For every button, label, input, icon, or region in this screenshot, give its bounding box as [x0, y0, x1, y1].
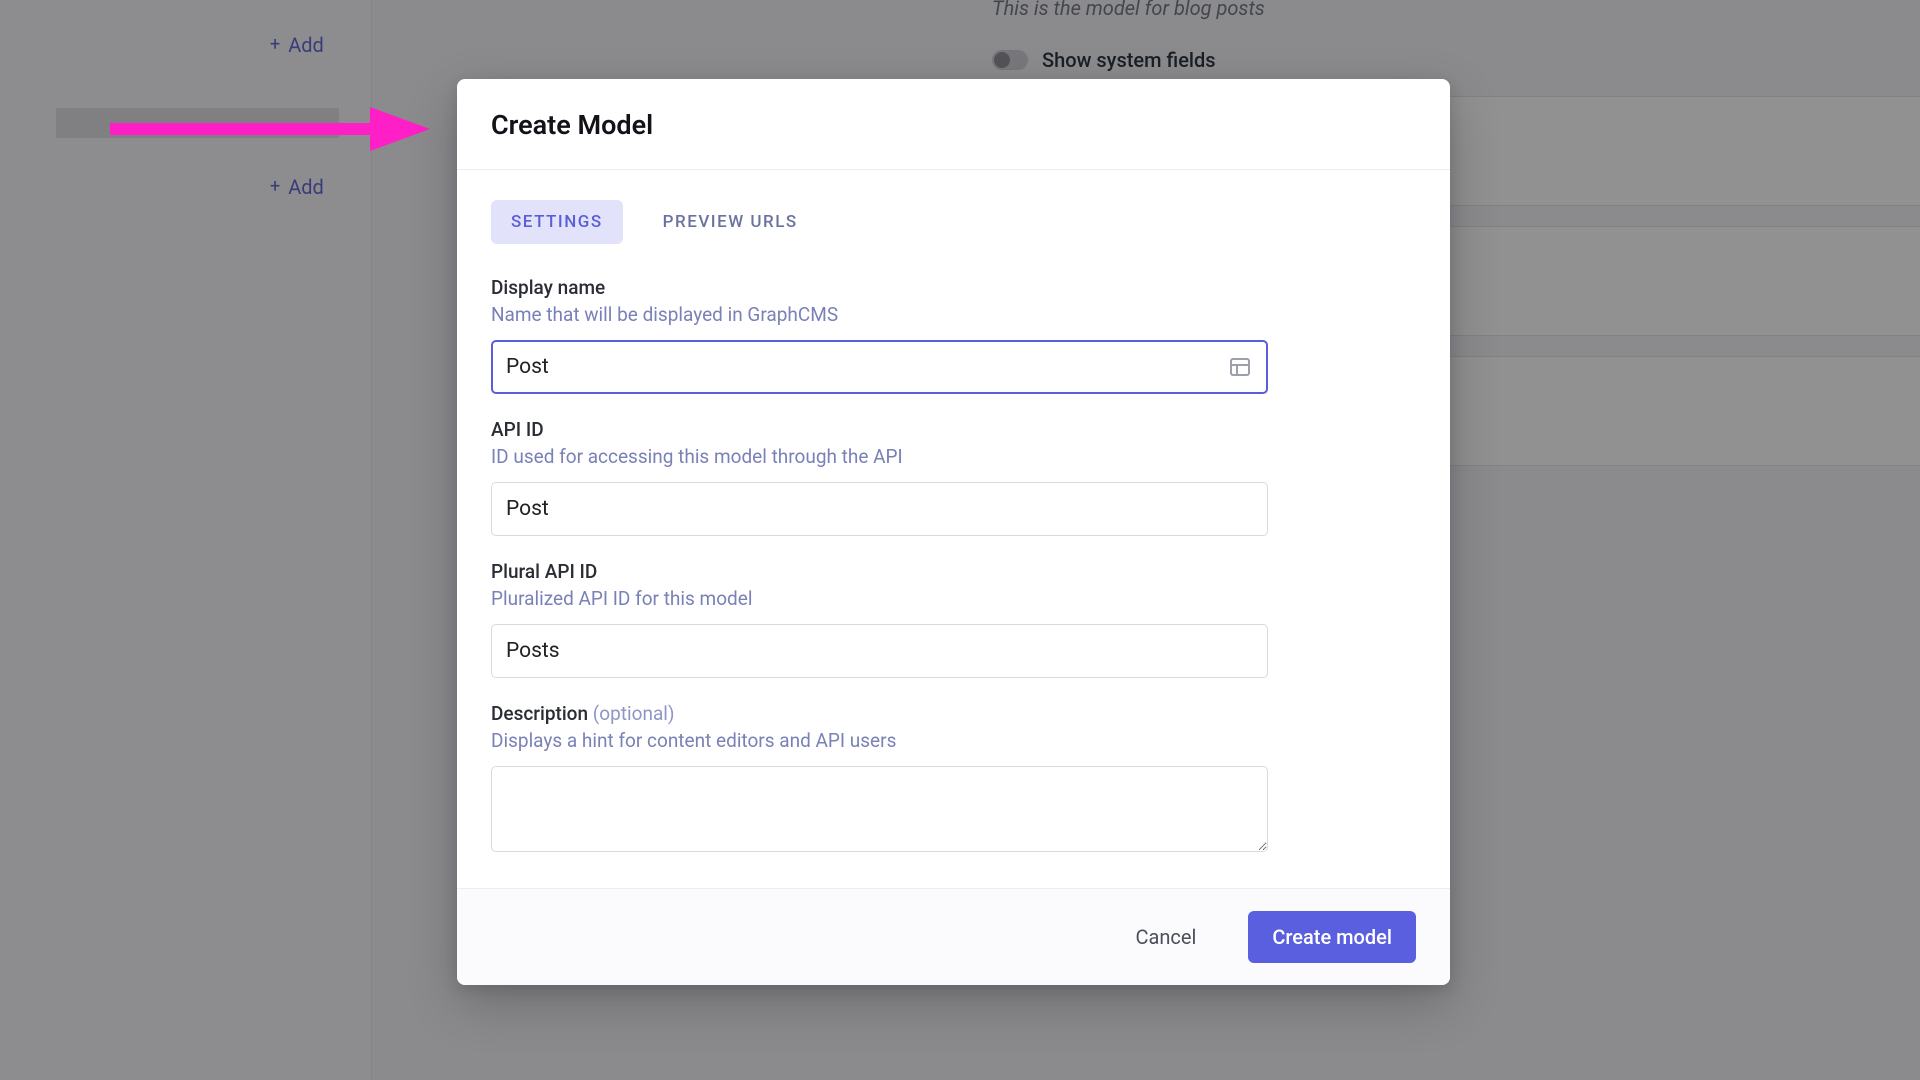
description-label-text: Description	[491, 702, 588, 725]
description-label: Description (optional)	[491, 702, 1416, 725]
modal-body: SETTINGS PREVIEW URLS Display name Name …	[457, 170, 1450, 888]
form-icon	[1228, 355, 1252, 379]
create-model-button[interactable]: Create model	[1248, 911, 1416, 963]
description-optional: (optional)	[593, 702, 675, 725]
api-id-input[interactable]	[491, 482, 1268, 536]
field-display-name: Display name Name that will be displayed…	[491, 276, 1416, 394]
field-api-id: API ID ID used for accessing this model …	[491, 418, 1416, 536]
field-plural-api-id: Plural API ID Pluralized API ID for this…	[491, 560, 1416, 678]
display-name-input[interactable]	[491, 340, 1268, 394]
api-id-label: API ID	[491, 418, 1416, 441]
callout-arrow-icon	[110, 105, 430, 153]
display-name-input-wrap	[491, 340, 1268, 394]
tab-preview-urls[interactable]: PREVIEW URLS	[643, 200, 818, 244]
modal-title: Create Model	[491, 109, 1416, 141]
modal-tabs: SETTINGS PREVIEW URLS	[491, 200, 1416, 244]
field-description: Description (optional) Displays a hint f…	[491, 702, 1416, 856]
modal-footer: Cancel Create model	[457, 888, 1450, 985]
display-name-label: Display name	[491, 276, 1416, 299]
description-hint: Displays a hint for content editors and …	[491, 729, 1416, 752]
plural-api-id-label: Plural API ID	[491, 560, 1416, 583]
plural-api-id-hint: Pluralized API ID for this model	[491, 587, 1416, 610]
tab-settings[interactable]: SETTINGS	[491, 200, 623, 244]
plural-api-id-input[interactable]	[491, 624, 1268, 678]
create-model-modal: Create Model SETTINGS PREVIEW URLS Displ…	[457, 79, 1450, 985]
description-input[interactable]	[491, 766, 1268, 852]
cancel-button[interactable]: Cancel	[1111, 911, 1220, 963]
api-id-hint: ID used for accessing this model through…	[491, 445, 1416, 468]
modal-header: Create Model	[457, 79, 1450, 170]
display-name-hint: Name that will be displayed in GraphCMS	[491, 303, 1416, 326]
